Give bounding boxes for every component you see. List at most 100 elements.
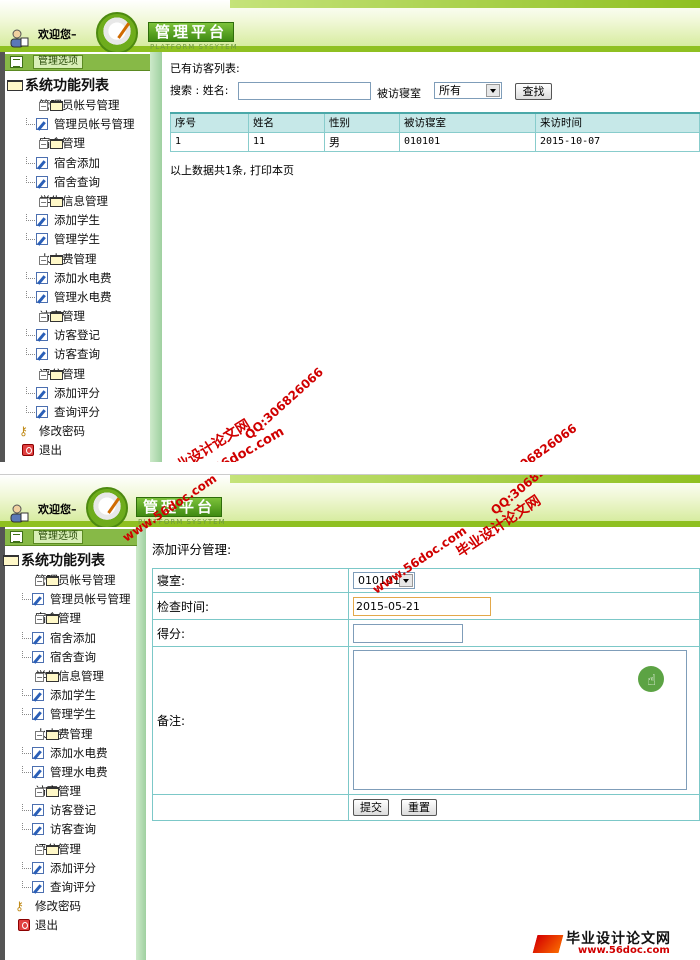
form-title: 添加评分管理:	[152, 542, 232, 557]
sidebar-group[interactable]: − 学生信息管理	[7, 192, 148, 211]
room-label: 寝室:	[152, 568, 349, 593]
options-tab[interactable]: 管理选项	[33, 55, 83, 69]
column-header: 序号	[170, 112, 249, 133]
edit-page-icon	[26, 329, 50, 342]
sidebar-item[interactable]: 添加学生	[7, 211, 148, 230]
sidebar-item-logout[interactable]: 退出	[3, 916, 136, 935]
table-cell: 11	[248, 131, 325, 152]
sidebar-group[interactable]: −宿舍管理	[7, 134, 148, 153]
sidebar-item[interactable]: 管理水电费	[7, 288, 148, 307]
column-header: 被访寝室	[399, 112, 536, 133]
visitor-table: 序号 姓名 性别 被访寝室 来访时间 1 11 男 010101 2015-10…	[170, 112, 700, 152]
folder-icon: −	[39, 196, 63, 208]
sidebar-group[interactable]: − 管理员帐号管理	[3, 571, 136, 590]
sidebar-group[interactable]: − 水电费管理	[7, 250, 148, 269]
sidebar-item-label: 访客查询	[54, 347, 100, 362]
folder-icon: −	[35, 614, 59, 625]
sidebar-item[interactable]: 宿舍添加	[3, 629, 136, 648]
logo-icon	[96, 12, 138, 54]
edit-page-icon	[22, 765, 46, 779]
reset-button[interactable]: 重置	[401, 799, 437, 816]
sidebar-item-label: 宿舍查询	[50, 649, 96, 664]
header-bar: 欢迎您– 管理平台 PLATFORM SYSYTEM	[0, 0, 700, 54]
sidebar-item-label: 添加学生	[54, 213, 100, 228]
sidebar-item[interactable]: 查询评分	[7, 403, 148, 422]
table-row[interactable]: 1 11 男 010101 2015-10-07	[170, 131, 700, 152]
header-bar: 欢迎您– 管理平台 PLATFORM SYSYTEM	[0, 475, 700, 529]
tree-body: −管理员帐号管理管理员帐号管理 −宿舍管理宿舍添加宿舍查询 −学生信息管理添加学生管…	[3, 571, 136, 936]
search-button[interactable]: 查找	[515, 83, 552, 100]
time-label: 检查时间:	[152, 592, 349, 620]
edit-page-icon	[26, 386, 50, 400]
sidebar-group[interactable]: −评分管理	[7, 365, 148, 384]
site-logo: 毕业设计论文网 www.56doc.com	[531, 928, 694, 958]
edit-page-icon	[26, 290, 50, 304]
sidebar-item-label: 管理学生	[50, 707, 96, 722]
sidebar-item-label: 修改密码	[39, 424, 85, 439]
function-tree: 系统功能列表 −管理员帐号管理管理员帐号管理 −宿舍管理宿舍添加宿舍查询 −学生信息…	[7, 76, 148, 461]
sidebar-item-change-password[interactable]: ⚷ 修改密码	[3, 897, 136, 916]
sidebar-item[interactable]: 管理员帐号管理	[3, 590, 136, 609]
sidebar-item-label: 访客登记	[50, 803, 96, 818]
sidebar-item[interactable]: 访客查询	[3, 820, 136, 839]
folder-icon: −	[39, 369, 63, 381]
edit-page-icon	[22, 746, 46, 760]
sidebar-group[interactable]: −评分管理	[3, 840, 136, 859]
user-icon	[10, 504, 29, 523]
sidebar-item[interactable]: 访客查询	[7, 345, 148, 364]
sidebar-group[interactable]: −访客管理	[7, 307, 148, 326]
sidebar-item-logout[interactable]: 退出	[7, 441, 148, 460]
tree-root-label: 系统功能列表	[21, 553, 105, 569]
room-filter-select[interactable]: 所有	[434, 82, 502, 99]
power-icon	[18, 919, 30, 932]
room-filter-label: 被访寝室	[377, 87, 421, 100]
sidebar-splitter[interactable]	[136, 527, 146, 960]
visitor-list-title: 已有访客列表:	[170, 62, 240, 75]
sidebar-item[interactable]: 管理水电费	[3, 763, 136, 782]
sidebar-item[interactable]: 添加水电费	[3, 744, 136, 763]
folder-icon: −	[39, 312, 63, 323]
sidebar-item-label: 添加评分	[50, 860, 96, 875]
submit-button[interactable]: 提交	[353, 799, 389, 816]
sidebar-item[interactable]: 查询评分	[3, 878, 136, 897]
sidebar-group[interactable]: − 管理员帐号管理	[7, 96, 148, 115]
empty-cell	[152, 794, 349, 821]
sidebar-item[interactable]: 管理学生	[3, 705, 136, 724]
chevron-down-icon[interactable]	[486, 84, 500, 97]
sidebar-item-label: 宿舍添加	[50, 630, 96, 645]
note-label: 备注:	[152, 646, 349, 795]
sidebar-splitter[interactable]	[150, 52, 162, 462]
folder-icon: −	[35, 844, 59, 856]
check-time-input[interactable]: 2015-05-21	[353, 597, 491, 616]
sidebar-group[interactable]: −宿舍管理	[3, 609, 136, 628]
sidebar-item-change-password[interactable]: ⚷ 修改密码	[7, 422, 148, 441]
edit-page-icon	[26, 214, 50, 227]
sidebar-group[interactable]: − 水电费管理	[3, 725, 136, 744]
sidebar-item[interactable]: 管理学生	[7, 230, 148, 249]
tree-body: −管理员帐号管理管理员帐号管理 −宿舍管理宿舍添加宿舍查询 −学生信息管理添加学生管…	[7, 96, 148, 461]
options-tab[interactable]: 管理选项	[33, 530, 83, 544]
sidebar-item[interactable]: 宿舍添加	[7, 154, 148, 173]
sidebar-item[interactable]: 管理员帐号管理	[7, 115, 148, 134]
score-cell	[348, 619, 700, 647]
sidebar-item[interactable]: 添加评分	[3, 859, 136, 878]
sidebar-item[interactable]: 添加评分	[7, 384, 148, 403]
sidebar-group[interactable]: − 学生信息管理	[3, 667, 136, 686]
sidebar-item-label: 添加水电费	[50, 745, 108, 760]
form-row: 备注:	[152, 646, 700, 795]
note-textarea[interactable]	[353, 650, 687, 790]
sidebar-item[interactable]: 添加水电费	[7, 269, 148, 288]
form-row: 检查时间: 2015-05-21	[152, 592, 700, 620]
sidebar-item-label: 添加评分	[54, 385, 100, 400]
sidebar-item[interactable]: 宿舍查询	[3, 648, 136, 667]
name-search-input[interactable]	[238, 82, 371, 100]
folder-icon: −	[35, 576, 59, 587]
search-label: 搜索 : 姓名:	[170, 84, 229, 97]
sidebar-item[interactable]: 添加学生	[3, 686, 136, 705]
sidebar-item[interactable]: 宿舍查询	[7, 173, 148, 192]
sidebar-item[interactable]: 访客登记	[7, 326, 148, 345]
sidebar-item[interactable]: 访客登记	[3, 801, 136, 820]
score-input[interactable]	[353, 624, 463, 643]
table-cell: 2015-10-07	[535, 131, 700, 152]
sidebar-group[interactable]: −访客管理	[3, 782, 136, 801]
